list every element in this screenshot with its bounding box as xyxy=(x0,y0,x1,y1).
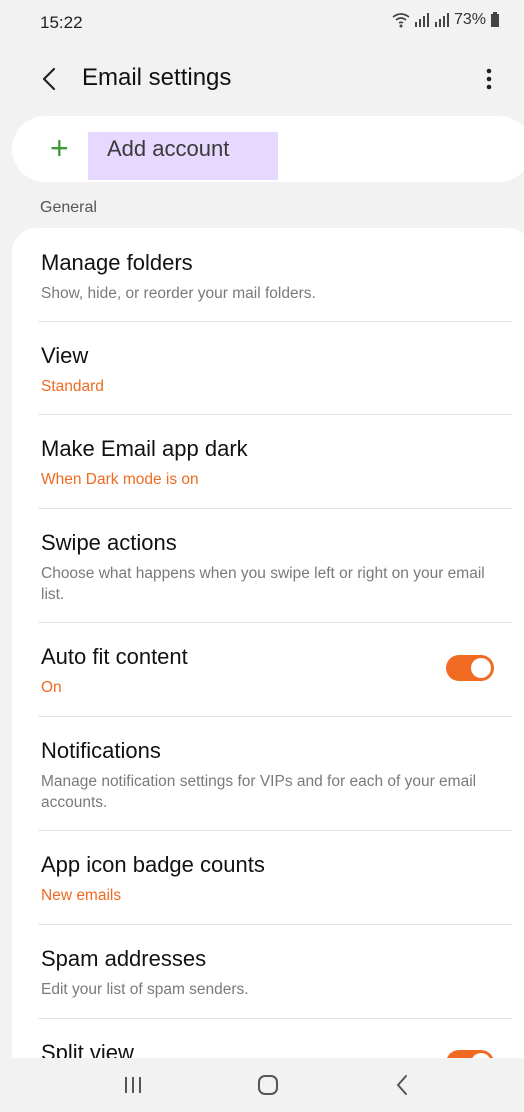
signal-icon-2 xyxy=(434,13,449,27)
setting-title: Swipe actions xyxy=(41,530,177,555)
setting-title: Split view xyxy=(41,1040,134,1058)
back-arrow-icon[interactable] xyxy=(34,62,68,96)
setting-subtitle: When Dark mode is on xyxy=(41,471,199,488)
setting-manage-folders[interactable]: Manage folders Show, hide, or reorder yo… xyxy=(12,228,524,321)
recents-icon[interactable] xyxy=(122,1075,144,1095)
setting-subtitle: On xyxy=(41,679,62,696)
split-view-toggle[interactable] xyxy=(446,1050,494,1058)
battery-icon xyxy=(491,12,499,27)
setting-title: Auto fit content xyxy=(41,644,188,669)
status-time: 15:22 xyxy=(40,13,83,32)
wifi-icon xyxy=(392,13,410,28)
setting-subtitle: Choose what happens when you swipe left … xyxy=(41,565,485,603)
nav-back-icon[interactable] xyxy=(394,1073,410,1097)
setting-subtitle: Show, hide, or reorder your mail folders… xyxy=(41,285,316,302)
setting-make-email-app-dark[interactable]: Make Email app dark When Dark mode is on xyxy=(12,414,524,508)
setting-subtitle: Manage notification settings for VIPs an… xyxy=(41,773,477,811)
setting-title: View xyxy=(41,343,89,368)
plus-icon: + xyxy=(50,130,69,166)
setting-spam-addresses[interactable]: Spam addresses Edit your list of spam se… xyxy=(12,924,524,1018)
setting-title: Make Email app dark xyxy=(41,436,248,461)
setting-subtitle: New emails xyxy=(41,887,122,904)
setting-swipe-actions[interactable]: Swipe actions Choose what happens when y… xyxy=(12,508,524,622)
setting-app-icon-badge-counts[interactable]: App icon badge counts New emails xyxy=(12,830,524,924)
settings-list: Manage folders Show, hide, or reorder yo… xyxy=(12,228,524,1058)
setting-title: Spam addresses xyxy=(41,946,207,971)
setting-title: App icon badge counts xyxy=(41,852,265,877)
page-title: Email settings xyxy=(82,64,232,91)
status-bar: 15:22 73% xyxy=(0,0,524,48)
app-bar: Email settings xyxy=(0,48,524,112)
status-icons: 73% xyxy=(392,11,500,29)
add-account-label: Add account xyxy=(107,136,230,161)
add-account-button[interactable]: + Add account xyxy=(12,116,524,182)
setting-title: Notifications xyxy=(41,738,161,763)
setting-subtitle: Standard xyxy=(41,378,104,395)
system-navigation-bar xyxy=(0,1058,524,1112)
auto-fit-toggle[interactable] xyxy=(446,655,494,681)
section-header-general: General xyxy=(40,199,97,216)
setting-view[interactable]: View Standard xyxy=(12,321,524,414)
setting-auto-fit-content[interactable]: Auto fit content On xyxy=(12,622,524,716)
more-options-icon[interactable] xyxy=(478,62,500,96)
setting-subtitle: Edit your list of spam senders. xyxy=(41,981,249,998)
home-icon[interactable] xyxy=(257,1074,279,1096)
signal-icon xyxy=(414,13,429,27)
setting-title: Manage folders xyxy=(41,250,193,275)
setting-notifications[interactable]: Notifications Manage notification settin… xyxy=(12,716,524,830)
setting-split-view[interactable]: Split view xyxy=(12,1018,524,1058)
toggle-knob xyxy=(471,658,491,678)
battery-percent: 73% xyxy=(453,11,486,28)
